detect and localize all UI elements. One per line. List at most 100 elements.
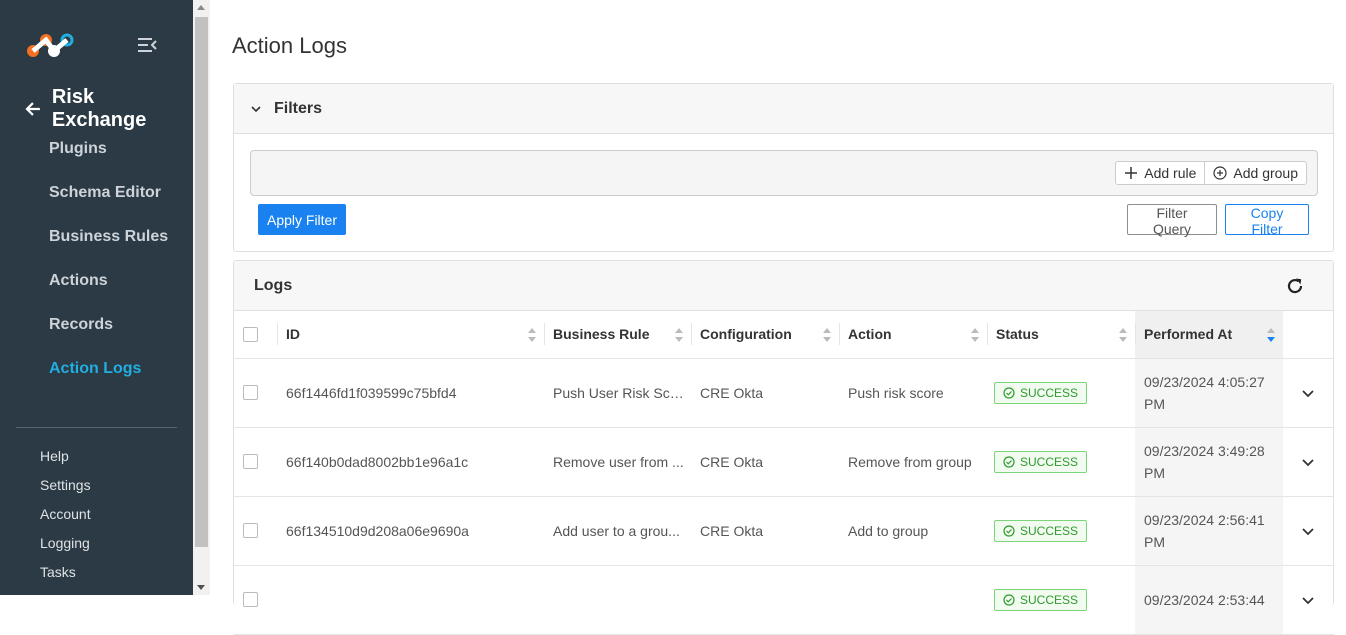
check-circle-icon (1003, 524, 1015, 537)
sort-icon[interactable] (675, 327, 683, 343)
plus-circle-icon (1213, 166, 1227, 180)
sidebar-item-help[interactable]: Help (40, 444, 91, 473)
cell-expand (1283, 496, 1334, 566)
main-content: Action Logs Filters Add rule Add group A… (210, 0, 1346, 635)
logs-table: ID Business Rule Configuration Action St… (234, 311, 1334, 635)
cell-configuration: CRE Okta (691, 427, 839, 497)
sidebar-item-plugins[interactable]: Plugins (49, 135, 168, 179)
scroll-up-arrow-icon[interactable] (197, 5, 205, 10)
table-row[interactable]: 66f140b0dad8002bb1e96a1c Remove user fro… (234, 427, 1334, 497)
sidebar-item-records[interactable]: Records (49, 311, 168, 355)
table-row[interactable]: SUCCESS 09/23/2024 2:53:44 (234, 565, 1334, 635)
page-title: Action Logs (232, 33, 347, 58)
cell-business-rule (544, 565, 691, 635)
logs-panel: Logs ID Business Rule Configuration Acti… (233, 260, 1334, 635)
sidebar-item-actions[interactable]: Actions (49, 267, 168, 311)
column-header-action[interactable]: Action (839, 311, 987, 359)
sidebar-item-account[interactable]: Account (40, 502, 91, 531)
sidebar-item-logging[interactable]: Logging (40, 531, 91, 560)
cell-status: SUCCESS (987, 358, 1135, 428)
logs-header: Logs (234, 261, 1333, 311)
expand-row-icon[interactable] (1301, 455, 1315, 469)
sort-icon[interactable] (823, 327, 831, 343)
table-row[interactable]: 66f1446fd1f039599c75bfd4 Push User Risk … (234, 358, 1334, 428)
column-header-id[interactable]: ID (277, 311, 544, 359)
add-group-label: Add group (1233, 165, 1298, 181)
row-select-cell (234, 565, 277, 635)
collapse-menu-icon[interactable] (136, 35, 158, 55)
sidebar-bottom-nav: Help Settings Account Logging Tasks (40, 444, 91, 589)
check-circle-icon (1003, 593, 1015, 606)
row-checkbox[interactable] (243, 523, 258, 538)
row-select-cell (234, 427, 277, 497)
cell-expand (1283, 427, 1334, 497)
cell-id: 66f1446fd1f039599c75bfd4 (277, 358, 544, 428)
arrow-left-icon (25, 102, 40, 116)
copy-filter-button[interactable]: Copy Filter (1225, 204, 1309, 237)
column-header-business-rule[interactable]: Business Rule (544, 311, 691, 359)
cell-id (277, 565, 544, 635)
table-header-row: ID Business Rule Configuration Action St… (234, 311, 1334, 359)
row-select-cell (234, 496, 277, 566)
cell-action: Remove from group (839, 427, 987, 497)
sidebar-item-action-logs[interactable]: Action Logs (49, 355, 168, 399)
filter-query-button[interactable]: Filter Query (1127, 204, 1217, 237)
sort-icon[interactable] (1119, 327, 1127, 343)
apply-filter-button[interactable]: Apply Filter (258, 204, 346, 235)
sidebar-scrollbar[interactable] (193, 0, 210, 595)
status-badge: SUCCESS (994, 588, 1088, 611)
filters-panel: Filters Add rule Add group Apply Filter … (233, 83, 1334, 252)
refresh-icon[interactable] (1285, 276, 1305, 296)
logs-title: Logs (254, 276, 293, 294)
column-header-performed-at[interactable]: Performed At (1135, 311, 1283, 359)
sidebar-item-business-rules[interactable]: Business Rules (49, 223, 168, 267)
add-rule-button[interactable]: Add rule (1116, 162, 1204, 184)
scrollbar-thumb[interactable] (195, 17, 208, 547)
plus-icon (1125, 167, 1138, 179)
sort-desc-icon[interactable] (1267, 327, 1275, 343)
module-title: Risk Exchange (51, 86, 147, 131)
cell-action: Add to group (839, 496, 987, 566)
sort-icon[interactable] (971, 327, 979, 343)
expand-row-icon[interactable] (1301, 524, 1315, 538)
column-header-status[interactable]: Status (987, 311, 1135, 359)
cell-id: 66f140b0dad8002bb1e96a1c (277, 427, 544, 497)
cell-id: 66f134510d9d208a06e9690a (277, 496, 544, 566)
cell-performed-at: 09/23/2024 4:05:27 PM (1135, 358, 1283, 428)
check-circle-icon (1003, 386, 1015, 399)
cell-status: SUCCESS (987, 427, 1135, 497)
sidebar-divider (16, 427, 177, 428)
select-all-checkbox[interactable] (243, 326, 258, 342)
netskope-logo[interactable] (26, 30, 76, 60)
row-checkbox[interactable] (243, 592, 258, 607)
expand-row-icon[interactable] (1301, 386, 1315, 400)
cell-action (839, 565, 987, 635)
scroll-down-arrow-icon[interactable] (197, 585, 205, 590)
cell-action: Push risk score (839, 358, 987, 428)
sidebar-item-schema-editor[interactable]: Schema Editor (49, 179, 168, 223)
cell-performed-at: 09/23/2024 3:49:28 PM (1135, 427, 1283, 497)
sidebar-item-settings[interactable]: Settings (40, 473, 91, 502)
cell-business-rule: Add user to a grou... (544, 496, 691, 566)
query-builder: Add rule Add group (250, 150, 1318, 196)
check-circle-icon (1003, 455, 1015, 468)
sidebar-item-tasks[interactable]: Tasks (40, 560, 91, 589)
sort-icon[interactable] (528, 327, 536, 343)
chevron-down-icon[interactable] (250, 103, 262, 115)
filters-header[interactable]: Filters (234, 84, 1333, 134)
query-builder-actions: Add rule Add group (1115, 161, 1307, 185)
cell-business-rule: Push User Risk Scor... (544, 358, 691, 428)
row-checkbox[interactable] (243, 454, 258, 469)
status-badge: SUCCESS (994, 519, 1088, 542)
status-badge: SUCCESS (994, 450, 1088, 473)
module-back-link[interactable]: Risk Exchange (24, 86, 193, 132)
column-header-configuration[interactable]: Configuration (691, 311, 839, 359)
filters-title: Filters (274, 99, 323, 117)
cell-performed-at: 09/23/2024 2:53:44 (1135, 565, 1283, 635)
cell-status: SUCCESS (987, 565, 1135, 635)
sidebar-nav: Plugins Schema Editor Business Rules Act… (49, 135, 168, 399)
table-row[interactable]: 66f134510d9d208a06e9690a Add user to a g… (234, 496, 1334, 566)
sidebar: Risk Exchange Plugins Schema Editor Busi… (0, 0, 193, 595)
row-checkbox[interactable] (243, 385, 258, 400)
add-group-button[interactable]: Add group (1204, 162, 1306, 184)
